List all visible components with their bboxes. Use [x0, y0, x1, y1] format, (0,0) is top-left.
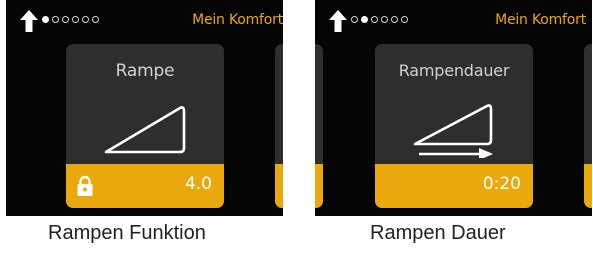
- page-dot: [361, 16, 368, 23]
- back-arrow-icon[interactable]: [328, 9, 348, 33]
- page-dot: [52, 16, 59, 23]
- card-footer: [584, 164, 592, 208]
- page-dot: [42, 16, 49, 23]
- page-dot: [401, 16, 408, 23]
- page-dot: [62, 16, 69, 23]
- back-arrow-icon[interactable]: [19, 9, 39, 33]
- previous-card-peek[interactable]: [315, 44, 323, 208]
- page-dot: [371, 16, 378, 23]
- screen-caption: Rampen Dauer: [370, 222, 506, 244]
- page-dot: [351, 16, 358, 23]
- screen-rampendauer: Mein Komfort Rampendauer 0:20: [315, 0, 592, 216]
- card-value: 4.0: [184, 174, 212, 194]
- next-card-peek[interactable]: [275, 44, 283, 208]
- card-value: 0:20: [482, 174, 521, 194]
- card-footer: [275, 164, 283, 208]
- page-indicator: [351, 16, 408, 26]
- page-dot: [381, 16, 388, 23]
- screen-caption: Rampen Funktion: [48, 222, 206, 244]
- header: Mein Komfort: [6, 0, 283, 38]
- header-title: Mein Komfort: [495, 12, 586, 28]
- card-footer: 0:20: [375, 164, 533, 208]
- setting-card-rampendauer[interactable]: Rampendauer 0:20: [375, 44, 533, 208]
- screen-rampe: Mein Komfort Rampe 4.0: [6, 0, 283, 216]
- page-dot: [72, 16, 79, 23]
- next-card-peek[interactable]: [584, 44, 592, 208]
- lock-icon: [77, 175, 93, 196]
- page-dot: [391, 16, 398, 23]
- header-title: Mein Komfort: [192, 12, 283, 28]
- card-footer: 4.0: [66, 164, 224, 208]
- setting-card-rampe[interactable]: Rampe 4.0: [66, 44, 224, 208]
- page-indicator: [42, 16, 99, 26]
- ramp-duration-icon: [413, 104, 493, 158]
- ramp-icon: [104, 106, 186, 154]
- card-label: Rampendauer: [398, 61, 510, 80]
- header: Mein Komfort: [315, 0, 592, 38]
- card-footer: [315, 164, 323, 208]
- page-dot: [82, 16, 89, 23]
- page-dot: [92, 16, 99, 23]
- card-label: Rampe: [115, 61, 175, 81]
